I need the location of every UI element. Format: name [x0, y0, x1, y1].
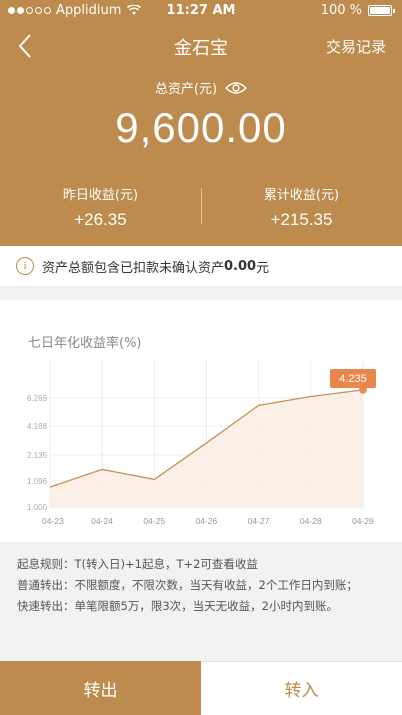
yield-chart-card: 七日年化收益率(%) 1.000 1.096 2.135 4.168 6.269 04-2… — [0, 300, 402, 542]
x-tick-label: 04-29 — [352, 516, 374, 526]
transfer-in-button[interactable]: 转入 — [201, 661, 402, 715]
battery-percent: 100 % — [320, 3, 362, 18]
total-assets-label: 总资产(元) — [154, 82, 218, 97]
info-icon: i — [16, 257, 34, 275]
yesterday-earnings: 昨日收益(元) +26.35 — [0, 184, 201, 230]
rule-fast-transfer: 快速转出：单笔限额5万，限3次，当天无收益，2小时内到账。 — [17, 599, 338, 613]
y-tick-label: 2.135 — [27, 451, 48, 460]
transaction-history-link[interactable]: 交易记录 — [326, 36, 386, 57]
y-tick-label: 4.168 — [27, 422, 48, 431]
transfer-out-button[interactable]: 转出 — [0, 661, 201, 715]
x-tick-label: 04-23 — [42, 516, 64, 526]
total-assets-value: 9,600.00 — [115, 104, 287, 151]
tooltip-label: 4.235 — [339, 373, 367, 385]
yesterday-earnings-value: +26.35 — [74, 210, 127, 229]
battery-icon — [368, 5, 395, 16]
y-tick-label: 6.269 — [27, 394, 48, 403]
y-tick-label: 1.096 — [27, 477, 48, 486]
total-assets-label-row: 总资产(元) — [0, 78, 402, 97]
notice-prefix: 资产总额包含已扣款未确认资产 — [42, 260, 225, 276]
eye-icon[interactable] — [225, 81, 248, 95]
asset-header: Applidium 11:27 AM 100 % 金石宝 交易记录 总资产(元)… — [0, 0, 402, 246]
rule-normal-transfer: 普通转出：不限额度，不限次数，当天有收益，2个工作日内到账； — [17, 578, 358, 592]
x-tick-label: 04-25 — [143, 516, 165, 526]
cumulative-earnings-value: +215.35 — [270, 210, 333, 229]
cumulative-earnings: 累计收益(元) +215.35 — [201, 184, 402, 230]
yield-chart: 1.000 1.096 2.135 4.168 6.269 04-23 04-24 04-25… — [27, 360, 376, 526]
x-tick-label: 04-24 — [91, 516, 113, 526]
yesterday-earnings-label: 昨日收益(元) — [62, 188, 139, 203]
x-tick-label: 04-26 — [196, 516, 218, 526]
rules-section: 起息规则：T(转入日)+1起息，T+2可查看收益 普通转出：不限额度，不限次数，… — [0, 542, 402, 661]
cumulative-earnings-label: 累计收益(元) — [263, 188, 340, 203]
x-tick-label: 04-28 — [300, 516, 322, 526]
x-tick-label: 04-27 — [248, 516, 270, 526]
y-tick-label: 1.000 — [27, 503, 48, 512]
asset-notice: i 资产总额包含已扣款未确认资产 0.00 元 — [0, 246, 402, 286]
rule-interest: 起息规则：T(转入日)+1起息，T+2可查看收益 — [17, 557, 258, 571]
notice-amount: 0.00 — [224, 258, 257, 274]
notice-suffix: 元 — [256, 260, 270, 276]
nav-bar: 金石宝 交易记录 — [0, 28, 402, 64]
status-bar: Applidium 11:27 AM 100 % — [0, 0, 402, 22]
